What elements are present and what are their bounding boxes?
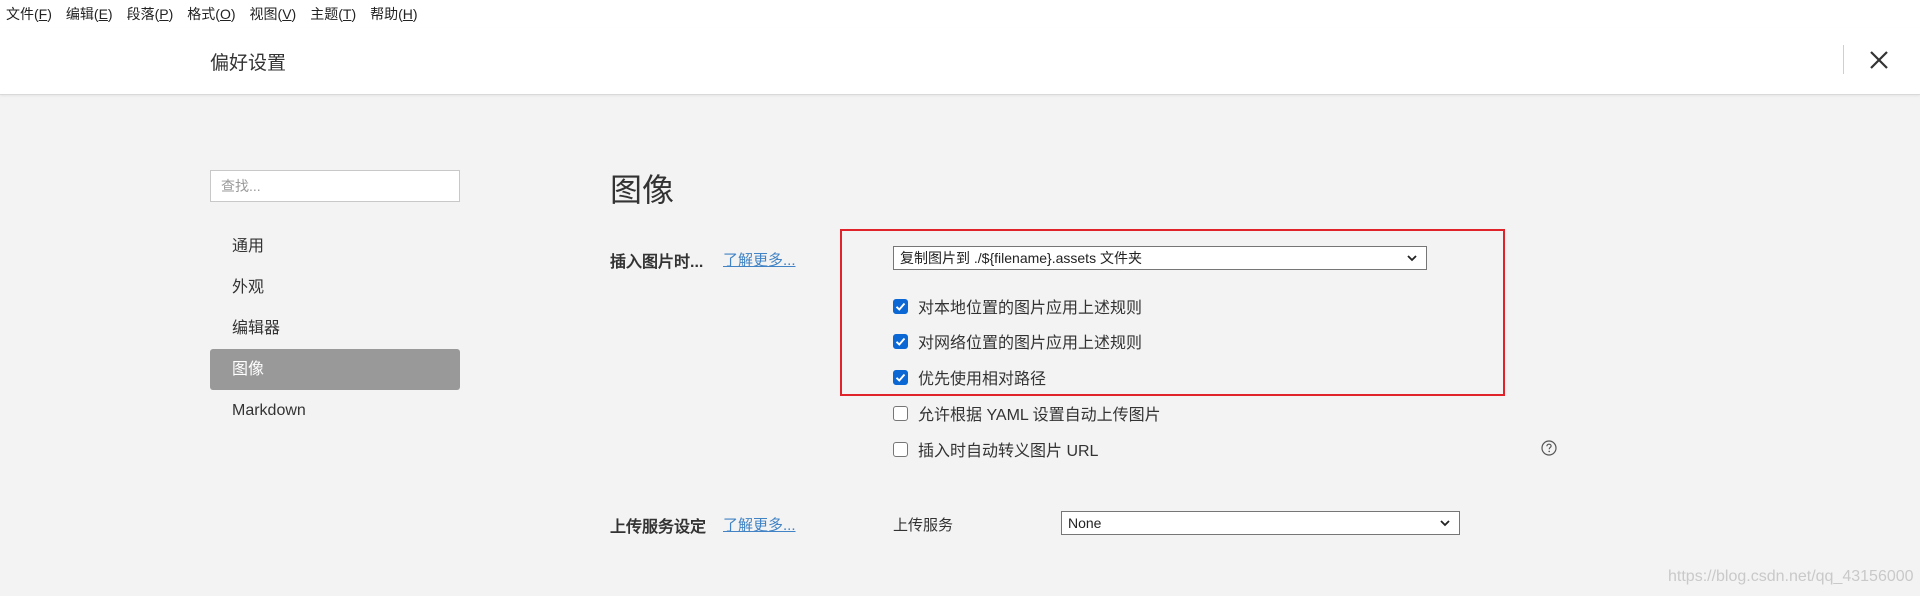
insert-action-select[interactable]: 复制图片到 ./${filename}.assets 文件夹 — [893, 246, 1427, 270]
sidebar-item-image[interactable]: 图像 — [210, 349, 460, 390]
preferences-header: 偏好设置 — [0, 28, 1920, 95]
checkbox-network-images[interactable]: 对网络位置的图片应用上述规则 — [893, 330, 1142, 352]
section-title: 图像 — [610, 172, 675, 208]
checkbox-checked[interactable] — [893, 333, 908, 349]
checkbox-escape-url[interactable]: 插入时自动转义图片 URL — [893, 438, 1098, 460]
sidebar-item-editor[interactable]: 编辑器 — [210, 308, 460, 349]
sidebar-item-appearance[interactable]: 外观 — [210, 267, 460, 308]
page-title: 偏好设置 — [210, 53, 287, 74]
menu-help[interactable]: 帮助(H) — [370, 4, 417, 24]
checkbox-relative-path[interactable]: 优先使用相对路径 — [893, 366, 1046, 388]
menu-paragraph[interactable]: 段落(P) — [127, 4, 174, 24]
insert-action-value: 复制图片到 ./${filename}.assets 文件夹 — [900, 250, 1142, 266]
checkbox-local-images[interactable]: 对本地位置的图片应用上述规则 — [893, 295, 1142, 317]
checkbox-label: 对网络位置的图片应用上述规则 — [918, 335, 1143, 352]
upload-service-label: 上传服务设定 — [610, 519, 707, 536]
chevron-down-icon — [1407, 255, 1417, 262]
chevron-down-icon — [1440, 520, 1450, 527]
checkbox-unchecked[interactable] — [893, 441, 908, 457]
help-icon[interactable] — [1541, 440, 1557, 456]
insert-learn-more-link[interactable]: 了解更多... — [723, 249, 796, 270]
upload-service-select[interactable]: None — [1061, 511, 1460, 535]
checkbox-yaml-upload[interactable]: 允许根据 YAML 设置自动上传图片 — [893, 402, 1161, 424]
sidebar-nav: 通用 外观 编辑器 图像 Markdown — [210, 226, 460, 431]
menu-edit[interactable]: 编辑(E) — [66, 4, 113, 24]
checkbox-label: 允许根据 YAML 设置自动上传图片 — [918, 407, 1161, 424]
checkbox-label: 插入时自动转义图片 URL — [918, 443, 1099, 460]
search-input[interactable] — [210, 170, 460, 202]
checkbox-unchecked[interactable] — [893, 405, 908, 421]
menu-file[interactable]: 文件(F) — [6, 4, 52, 24]
close-icon — [1870, 51, 1888, 69]
checkbox-checked[interactable] — [893, 298, 908, 314]
close-button[interactable] — [1864, 45, 1894, 75]
menu-theme[interactable]: 主题(T) — [310, 4, 356, 24]
menu-format[interactable]: 格式(O) — [187, 4, 235, 24]
checkbox-label: 对本地位置的图片应用上述规则 — [918, 300, 1143, 317]
upload-learn-more-link[interactable]: 了解更多... — [723, 514, 796, 535]
watermark: https://blog.csdn.net/qq_43156000 — [1668, 568, 1914, 585]
upload-service-field-label: 上传服务 — [893, 517, 954, 534]
menu-bar: 文件(F) 编辑(E) 段落(P) 格式(O) 视图(V) 主题(T) 帮助(H… — [0, 0, 1920, 28]
checkbox-label: 优先使用相对路径 — [918, 371, 1047, 388]
sidebar-item-general[interactable]: 通用 — [210, 226, 460, 267]
menu-view[interactable]: 视图(V) — [250, 4, 297, 24]
insert-image-label: 插入图片时... — [610, 254, 704, 271]
checkbox-checked[interactable] — [893, 369, 908, 385]
header-divider — [1843, 45, 1844, 74]
sidebar-item-markdown[interactable]: Markdown — [210, 390, 460, 431]
upload-service-value: None — [1068, 515, 1102, 531]
